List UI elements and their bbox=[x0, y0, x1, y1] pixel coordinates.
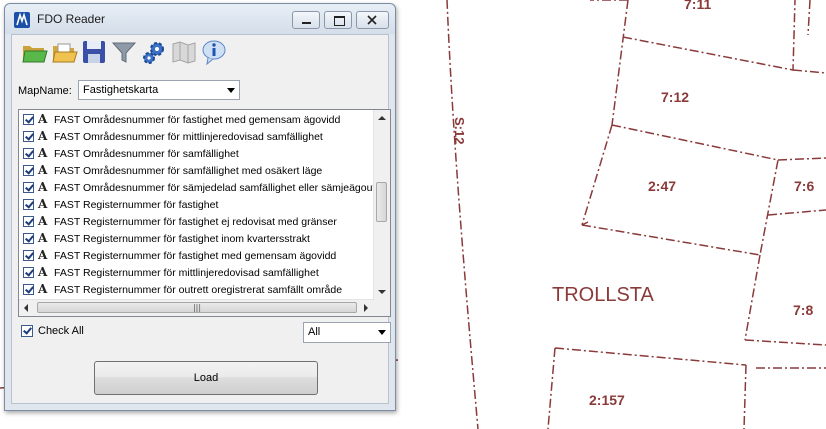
list-item[interactable]: A FAST Områdesnummer för fastighet med ge… bbox=[23, 112, 375, 129]
text-layer-icon: A bbox=[38, 129, 48, 143]
text-layer-icon: A bbox=[38, 265, 48, 279]
mapname-select[interactable]: Fastighetskarta bbox=[78, 80, 240, 100]
check-all-label[interactable]: Check All bbox=[38, 325, 84, 337]
open-folder-green-icon[interactable] bbox=[20, 38, 48, 66]
map-label: TROLLSTA bbox=[552, 284, 655, 306]
filter-value: All bbox=[308, 326, 321, 338]
vertical-scrollbar[interactable] bbox=[373, 110, 390, 300]
minimize-button[interactable] bbox=[292, 11, 320, 29]
scroll-up-icon[interactable] bbox=[378, 116, 386, 120]
horizontal-scroll-thumb[interactable]: ||| bbox=[37, 302, 357, 313]
settings-gears-icon[interactable] bbox=[140, 38, 168, 66]
layer-checkbox[interactable] bbox=[23, 216, 34, 227]
chevron-down-icon bbox=[378, 330, 386, 335]
filter-funnel-icon[interactable] bbox=[110, 38, 138, 66]
save-disk-icon[interactable] bbox=[80, 38, 108, 66]
map-label: 7:11 bbox=[684, 0, 711, 12]
layer-checkbox[interactable] bbox=[23, 148, 34, 159]
chevron-down-icon bbox=[227, 88, 235, 93]
text-layer-icon: A bbox=[38, 112, 48, 126]
check-all-checkbox[interactable] bbox=[21, 325, 33, 337]
layer-checkbox[interactable] bbox=[23, 233, 34, 244]
scroll-right-icon[interactable] bbox=[364, 304, 368, 312]
text-layer-icon: A bbox=[38, 197, 48, 211]
mapname-label: MapName: bbox=[18, 85, 72, 97]
maximize-button[interactable] bbox=[324, 11, 352, 29]
open-folder-icon[interactable] bbox=[50, 38, 78, 66]
list-item[interactable]: A FAST Registernummer för fastighet bbox=[23, 197, 375, 214]
list-item[interactable]: A FAST Områdesnummer för mittlinjeredovis… bbox=[23, 129, 375, 146]
layer-list[interactable]: A FAST Områdesnummer för fastighet med ge… bbox=[18, 109, 391, 317]
list-item[interactable]: A FAST Registernummer för fastighet ej re… bbox=[23, 214, 375, 231]
fdo-reader-window: FDO Reader MapName: Fastighetskarta A FA… bbox=[4, 3, 396, 411]
mapname-value: Fastighetskarta bbox=[83, 84, 159, 96]
scroll-corner bbox=[374, 300, 390, 316]
list-item[interactable]: A FAST Områdesnummer för samfällighet bbox=[23, 146, 375, 163]
horizontal-scrollbar[interactable]: ||| bbox=[19, 299, 374, 316]
map-icon[interactable] bbox=[170, 38, 198, 66]
map-label: 7:6 bbox=[794, 178, 814, 194]
layer-checkbox[interactable] bbox=[23, 284, 34, 295]
list-item[interactable]: A FAST Registernummer för fastighet med g… bbox=[23, 248, 375, 265]
map-label: 7:8 bbox=[793, 302, 813, 318]
list-item[interactable]: A FAST Områdesnummer för sämjedelad samfä… bbox=[23, 180, 375, 197]
filter-select[interactable]: All bbox=[303, 322, 391, 343]
map-label: 2:157 bbox=[589, 392, 625, 408]
info-icon[interactable] bbox=[200, 38, 228, 66]
text-layer-icon: A bbox=[38, 180, 48, 194]
dialog-body: MapName: Fastighetskarta A FAST Områdesnu… bbox=[11, 34, 391, 404]
scroll-left-icon[interactable] bbox=[24, 304, 28, 312]
text-layer-icon: A bbox=[38, 163, 48, 177]
layer-checkbox[interactable] bbox=[23, 199, 34, 210]
title-bar[interactable]: FDO Reader bbox=[5, 4, 395, 34]
text-layer-icon: A bbox=[38, 146, 48, 160]
layer-checkbox[interactable] bbox=[23, 182, 34, 193]
list-item[interactable]: A FAST Registernummer för mittlinjeredovi… bbox=[23, 265, 375, 282]
list-item[interactable]: A FAST Områdesnummer för samfällighet med… bbox=[23, 163, 375, 180]
list-item[interactable]: A FAST Registernummer för outrett oregist… bbox=[23, 282, 375, 299]
toolbar bbox=[12, 35, 388, 69]
map-label: 7:12 bbox=[661, 89, 689, 105]
layer-checkbox[interactable] bbox=[23, 114, 34, 125]
text-layer-icon: A bbox=[38, 248, 48, 262]
layer-checkbox[interactable] bbox=[23, 165, 34, 176]
maximize-icon bbox=[334, 16, 345, 26]
layer-checkbox[interactable] bbox=[23, 267, 34, 278]
scroll-down-icon[interactable] bbox=[378, 290, 386, 294]
text-layer-icon: A bbox=[38, 214, 48, 228]
layer-checkbox[interactable] bbox=[23, 131, 34, 142]
layer-checkbox[interactable] bbox=[23, 250, 34, 261]
close-icon bbox=[367, 15, 377, 25]
app-icon bbox=[14, 12, 30, 28]
text-layer-icon: A bbox=[38, 231, 48, 245]
text-layer-icon: A bbox=[38, 282, 48, 296]
minimize-icon bbox=[302, 22, 311, 24]
window-title: FDO Reader bbox=[37, 12, 106, 26]
list-item[interactable]: A FAST Registernummer för fastighet inom … bbox=[23, 231, 375, 248]
vertical-scroll-thumb[interactable] bbox=[376, 182, 387, 222]
map-label: S:12 bbox=[452, 117, 467, 144]
map-label: 2:47 bbox=[648, 178, 676, 194]
load-button[interactable]: Load bbox=[94, 361, 318, 395]
close-button[interactable] bbox=[356, 11, 389, 29]
